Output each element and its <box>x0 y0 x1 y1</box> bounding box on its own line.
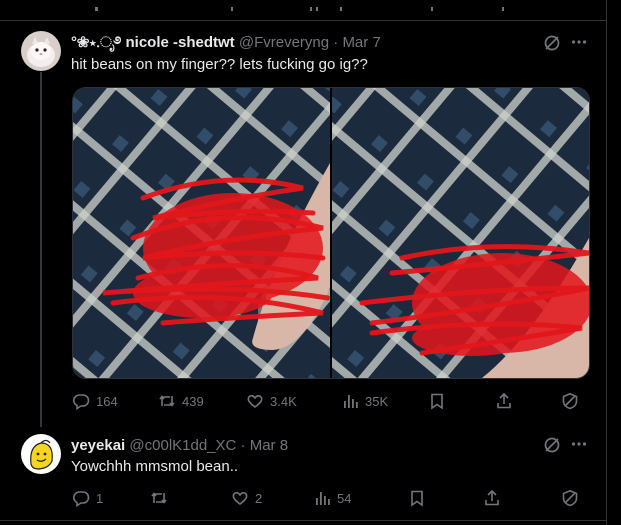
retweet-button[interactable]: 439 <box>158 392 204 410</box>
display-name[interactable]: yeyekai <box>71 437 125 454</box>
views-count: 54 <box>337 490 352 506</box>
avatar-nicole[interactable] <box>21 31 61 71</box>
thread-connector-line <box>40 72 42 427</box>
reply-icon <box>73 394 90 410</box>
views-icon <box>344 395 358 408</box>
share-icon <box>497 392 511 409</box>
more-icon[interactable] <box>570 33 588 56</box>
reply-button[interactable]: 164 <box>72 392 118 410</box>
moderation-button[interactable] <box>561 489 579 507</box>
tweet-header: °❀⋆.ೃ࿔ nicole -shedtwt @Fvreveryng · Mar… <box>71 34 381 52</box>
shield-icon <box>562 392 578 410</box>
tweet-media[interactable] <box>72 87 590 379</box>
right-column-border <box>606 0 607 525</box>
user-handle[interactable]: @Fvreveryng <box>239 34 329 51</box>
separator-dot: · <box>240 437 246 454</box>
reply-icon <box>73 491 90 507</box>
like-button[interactable]: 2 <box>231 489 262 507</box>
reply-count: 164 <box>96 393 118 409</box>
bookmark-button[interactable] <box>408 489 426 507</box>
bookmark-icon <box>431 393 443 410</box>
photo-right[interactable] <box>332 88 589 378</box>
tweet-date[interactable]: Mar 8 <box>250 437 288 454</box>
reply-count: 1 <box>96 490 104 506</box>
avatar-yeyekai[interactable] <box>21 434 61 474</box>
share-icon <box>485 489 499 506</box>
grok-icon[interactable] <box>543 436 561 459</box>
more-icon[interactable] <box>570 435 588 458</box>
reply-button[interactable]: 1 <box>72 489 103 507</box>
like-count: 3.4K <box>270 393 297 409</box>
like-button[interactable]: 3.4K <box>246 392 297 410</box>
display-name[interactable]: °❀⋆.ೃ࿔ nicole -shedtwt <box>71 34 235 51</box>
bookmark-button[interactable] <box>428 392 446 410</box>
views-icon <box>316 492 330 505</box>
like-count: 2 <box>255 490 263 506</box>
photo-left[interactable] <box>73 88 330 378</box>
retweet-button[interactable] <box>150 489 174 507</box>
bottom-divider <box>0 520 606 521</box>
views-button[interactable]: 54 <box>313 489 351 507</box>
grok-icon[interactable] <box>543 34 561 57</box>
tweet-header: yeyekai @c00lK1dd_XC · Mar 8 <box>71 437 288 455</box>
previous-tweet-actions-cutoff <box>0 0 621 11</box>
bookmark-icon <box>411 490 423 507</box>
tweet-text: Yowchhh mmsmol bean.. <box>71 458 239 475</box>
shield-icon <box>562 489 578 507</box>
retweet-count: 439 <box>182 393 204 409</box>
retweet-icon <box>159 395 175 407</box>
like-icon <box>247 394 263 408</box>
tweet-date[interactable]: Mar 7 <box>342 34 380 51</box>
retweet-icon <box>151 492 167 504</box>
views-count: 35K <box>365 393 389 409</box>
user-handle[interactable]: @c00lK1dd_XC <box>129 437 236 454</box>
share-button[interactable] <box>495 392 513 410</box>
separator-dot: · <box>333 34 339 51</box>
moderation-button[interactable] <box>561 392 579 410</box>
share-button[interactable] <box>483 489 501 507</box>
top-divider <box>0 20 606 21</box>
views-button[interactable]: 35K <box>341 392 388 410</box>
like-icon <box>232 491 248 505</box>
tweet-text: hit beans on my finger?? lets fucking go… <box>71 56 368 73</box>
